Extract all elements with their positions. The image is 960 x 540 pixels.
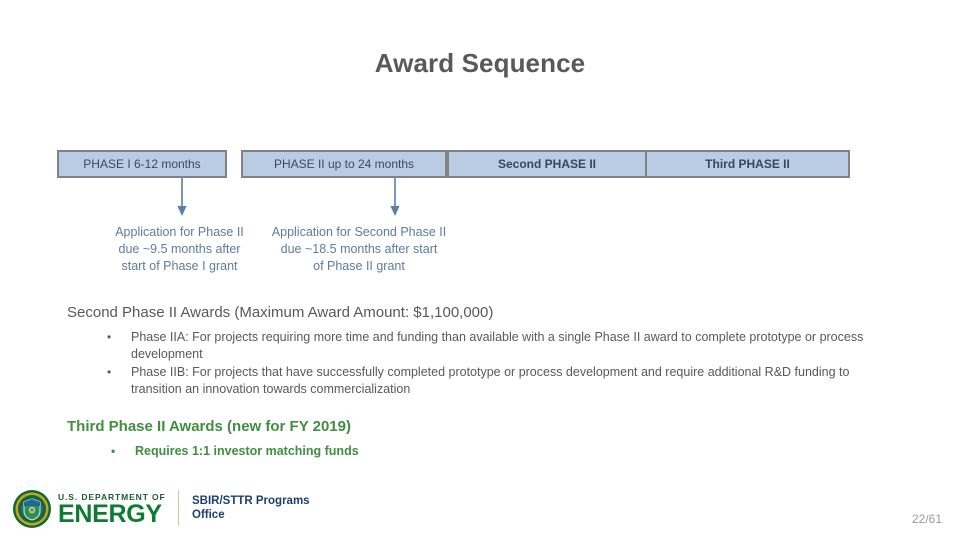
slide-footer: U.S. DEPARTMENT OF ENERGY SBIR/STTR Prog… xyxy=(0,482,960,540)
second-phase-bullet-list: • Phase IIA: For projects requiring more… xyxy=(103,329,887,398)
footer-divider xyxy=(178,490,179,526)
doe-seal-icon xyxy=(13,490,51,528)
third-phase-section: Third Phase II Awards (new for FY 2019) … xyxy=(67,417,887,460)
arrow-caption-second-phase-ii-application: Application for Second Phase II due ~18.… xyxy=(248,224,470,275)
doe-logo: U.S. DEPARTMENT OF ENERGY xyxy=(12,488,166,530)
page-title: Award Sequence xyxy=(374,48,586,78)
phase-box-label: PHASE II up to 24 months xyxy=(273,157,415,171)
phase-sequence-bar: PHASE I 6-12 months PHASE II up to 24 mo… xyxy=(57,150,850,178)
caption-line: due ~18.5 months after start xyxy=(280,242,438,256)
doe-wordmark: U.S. DEPARTMENT OF ENERGY xyxy=(58,493,166,528)
program-office-label: SBIR/STTR Programs Office xyxy=(192,494,310,522)
list-item: • Phase IIB: For projects that have succ… xyxy=(103,364,887,398)
second-phase-heading: Second Phase II Awards (Maximum Award Am… xyxy=(67,304,494,321)
list-item-text: Phase IIA: For projects requiring more t… xyxy=(131,330,864,361)
bullet-icon: • xyxy=(111,444,116,458)
phase-box-third-phase-ii: Third PHASE II xyxy=(645,150,850,178)
phase-box-label: PHASE I 6-12 months xyxy=(83,157,201,171)
list-item: • Requires 1:1 investor matching funds xyxy=(107,443,887,460)
second-phase-section: Second Phase II Awards (Maximum Award Am… xyxy=(67,303,887,398)
list-item: • Phase IIA: For projects requiring more… xyxy=(103,329,887,363)
phase-box-label: Third PHASE II xyxy=(705,157,790,171)
bullet-icon: • xyxy=(107,330,112,344)
down-arrow-icon xyxy=(177,178,187,216)
phase-box-second-phase-ii: Second PHASE II xyxy=(447,150,647,178)
bullet-icon: • xyxy=(107,365,112,379)
list-item-text: Requires 1:1 investor matching funds xyxy=(135,444,359,458)
caption-line: Application for Second Phase II xyxy=(271,225,447,239)
doe-energy-line: ENERGY xyxy=(58,499,162,528)
caption-line: of Phase II grant xyxy=(313,259,405,273)
list-item-text: Phase IIB: For projects that have succes… xyxy=(131,365,850,396)
program-office-line-2: Office xyxy=(192,509,225,521)
phase-box-label: Second PHASE II xyxy=(497,157,597,171)
slide-body: Second Phase II Awards (Maximum Award Am… xyxy=(67,303,887,461)
program-office-line-1: SBIR/STTR Programs xyxy=(192,495,310,507)
page-number: 22/61 xyxy=(911,512,942,526)
down-arrow-icon xyxy=(390,178,400,216)
phase-box-phase-i: PHASE I 6-12 months xyxy=(57,150,227,178)
third-phase-heading: Third Phase II Awards (new for FY 2019) xyxy=(67,418,351,435)
third-phase-bullet-list: • Requires 1:1 investor matching funds xyxy=(107,443,887,460)
phase-box-phase-ii: PHASE II up to 24 months xyxy=(241,150,447,178)
